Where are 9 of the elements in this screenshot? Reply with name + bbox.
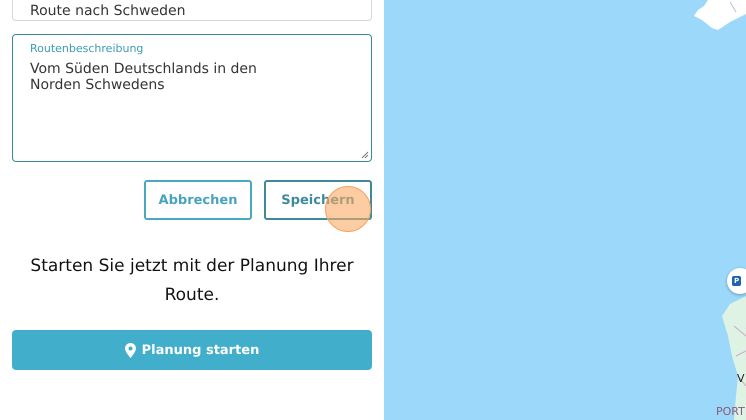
location-pin-icon bbox=[124, 342, 136, 358]
prompt-text: Starten Sie jetzt mit der Planung Ihrer Route. bbox=[29, 255, 355, 307]
map-label: PORT bbox=[716, 405, 745, 418]
field-label: Routenbeschreibung bbox=[30, 42, 144, 55]
resize-grip-icon[interactable] bbox=[361, 151, 369, 159]
route-name-field[interactable]: Route nach Schweden bbox=[12, 0, 372, 21]
map-label: V bbox=[737, 372, 745, 385]
description-field[interactable]: Routenbeschreibung Vom Süden Deutschlands in den Norden Schwedens bbox=[12, 34, 372, 162]
field-value: Vom Süden Deutschlands in den Norden Schwedens bbox=[30, 61, 258, 93]
